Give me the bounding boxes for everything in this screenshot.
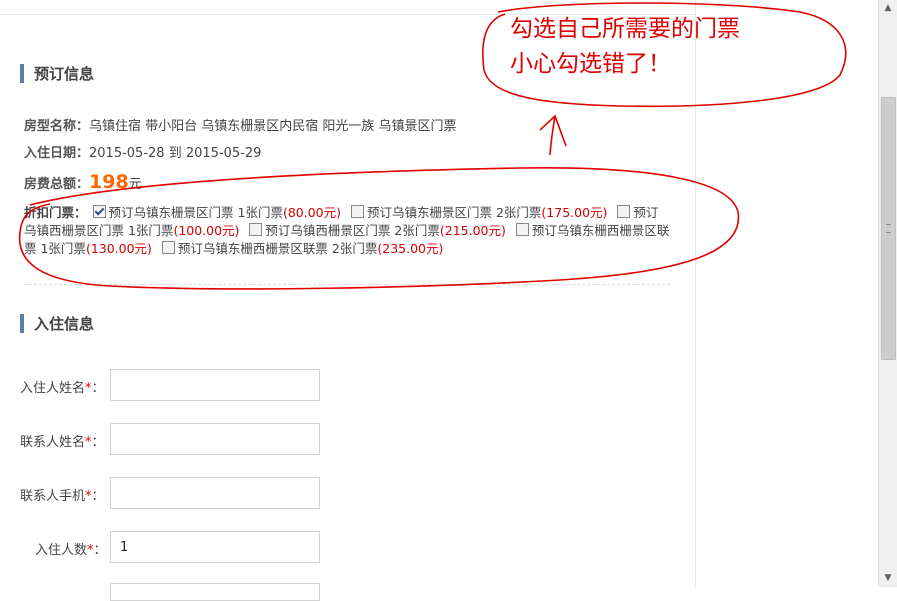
annotation-arrow	[539, 114, 567, 156]
annotation-line-1: 勾选自己所需要的门票	[510, 16, 740, 42]
annotation-drawing	[18, 2, 847, 290]
annotation-line-2: 小心勾选错了！	[510, 51, 671, 77]
annotation-ticket-circle	[18, 166, 740, 290]
